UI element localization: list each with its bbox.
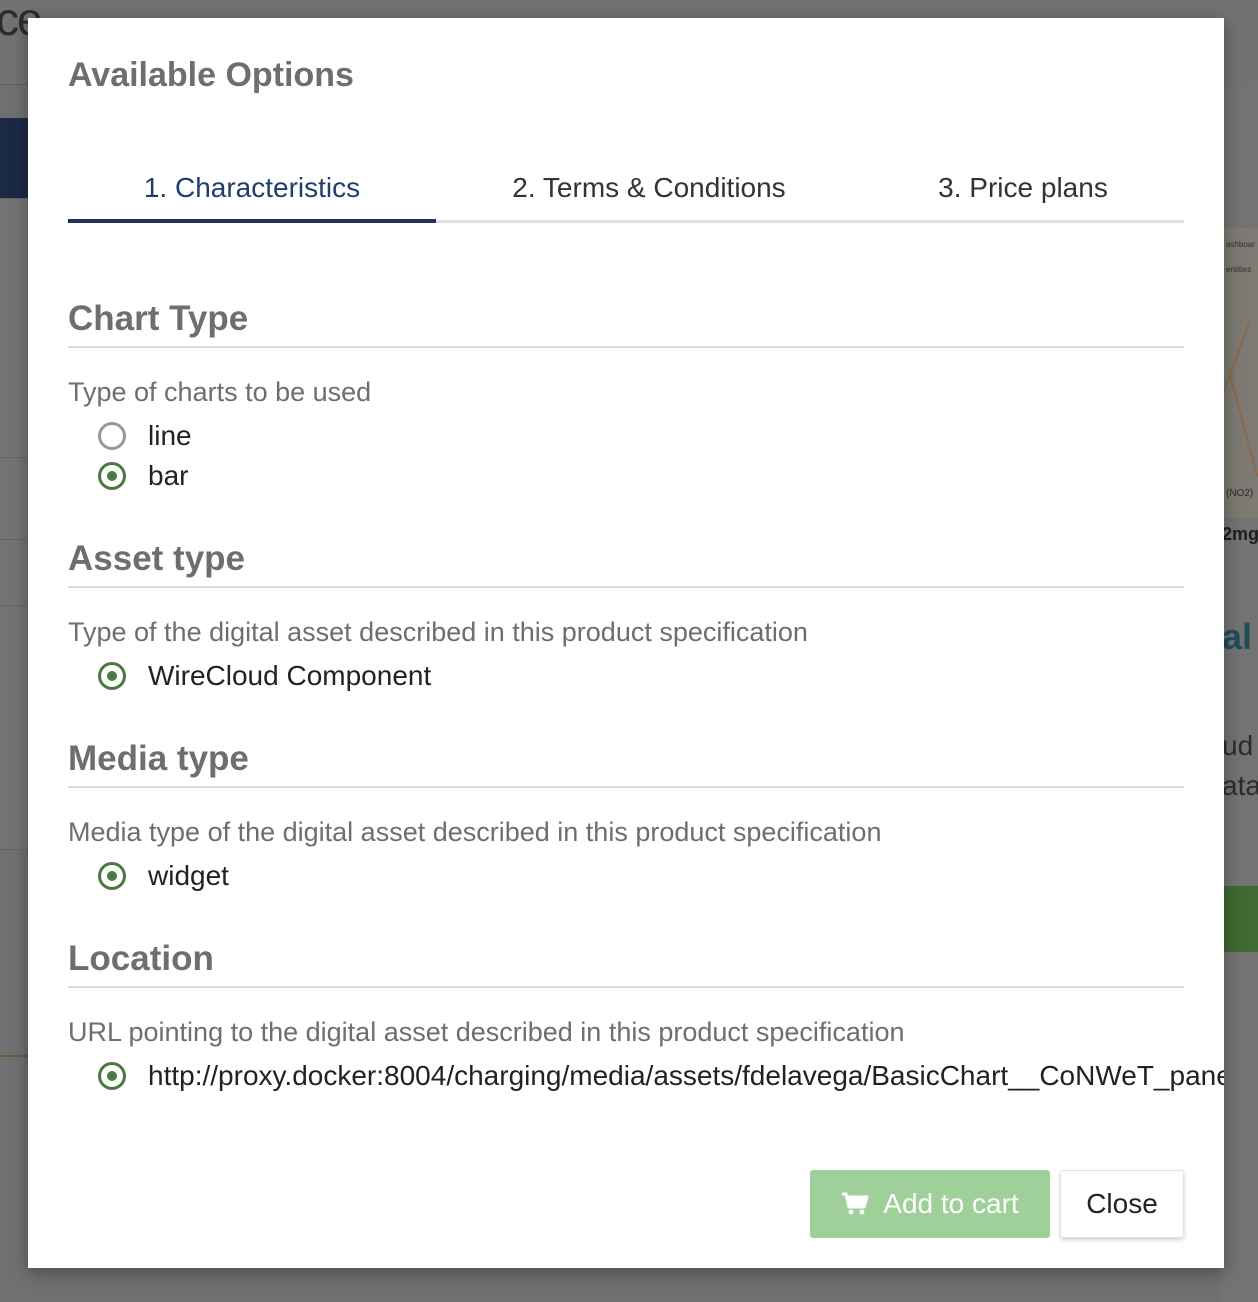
radio-line[interactable] xyxy=(98,422,126,450)
option-label: line xyxy=(148,420,192,451)
section-description: Type of the digital asset described in t… xyxy=(68,617,808,647)
option-wirecloud-component[interactable]: WireCloud Component xyxy=(98,656,1184,696)
radio-wirecloud-component[interactable] xyxy=(98,662,126,690)
close-label: Close xyxy=(1086,1188,1158,1219)
option-line[interactable]: line xyxy=(98,416,1184,456)
tab-bar: 1. Characteristics 2. Terms & Conditions… xyxy=(68,156,1184,223)
modal-title: Available Options xyxy=(68,56,354,94)
section-description: Media type of the digital asset describe… xyxy=(68,817,882,847)
backdrop-text-fragment: ata xyxy=(1222,770,1258,801)
backdrop-heading-fragment: al xyxy=(1222,616,1253,657)
backdrop-map-label: ashboar xyxy=(1226,240,1255,249)
backdrop-text-fragment: ud xyxy=(1222,730,1254,761)
option-location-url[interactable]: http://proxy.docker:8004/charging/media/… xyxy=(98,1056,1224,1096)
backdrop-button-fragment xyxy=(1222,886,1258,952)
section-title: Chart Type xyxy=(68,290,1184,348)
section-title: Asset type xyxy=(68,530,1184,588)
tab-price-plans[interactable]: 3. Price plans xyxy=(862,156,1184,220)
section-description: URL pointing to the digital asset descri… xyxy=(68,1017,905,1047)
option-label: http://proxy.docker:8004/charging/media/… xyxy=(148,1060,1224,1091)
add-to-cart-button[interactable]: Add to cart xyxy=(810,1170,1050,1238)
section-title: Media type xyxy=(68,730,1184,788)
radio-location-url[interactable] xyxy=(98,1062,126,1090)
section-description: Type of charts to be used xyxy=(68,377,372,407)
option-label: WireCloud Component xyxy=(148,660,432,691)
option-label: bar xyxy=(148,460,189,491)
section-media-type: Media type Media type of the digital ass… xyxy=(68,730,1184,896)
section-asset-type: Asset type Type of the digital asset des… xyxy=(68,530,1184,696)
option-label: widget xyxy=(148,860,229,891)
section-location: Location URL pointing to the digital ass… xyxy=(68,930,1224,1096)
available-options-modal: Available Options 1. Characteristics 2. … xyxy=(28,18,1224,1268)
section-title: Location xyxy=(68,930,1184,988)
add-to-cart-label: Add to cart xyxy=(883,1188,1019,1219)
close-button[interactable]: Close xyxy=(1060,1170,1184,1238)
section-chart-type: Chart Type Type of charts to be used lin… xyxy=(68,290,1184,496)
tab-terms-and-conditions[interactable]: 2. Terms & Conditions xyxy=(436,156,862,220)
option-bar[interactable]: bar xyxy=(98,456,1184,496)
backdrop-map-label: entities xyxy=(1226,265,1252,274)
radio-widget[interactable] xyxy=(98,862,126,890)
backdrop-value-fragment: 2mg/ xyxy=(1222,524,1258,544)
backdrop-no2-label: (NO2) xyxy=(1226,488,1254,499)
option-widget[interactable]: widget xyxy=(98,856,1184,896)
tab-characteristics[interactable]: 1. Characteristics xyxy=(68,156,436,223)
cart-icon xyxy=(842,1192,869,1215)
radio-bar[interactable] xyxy=(98,462,126,490)
